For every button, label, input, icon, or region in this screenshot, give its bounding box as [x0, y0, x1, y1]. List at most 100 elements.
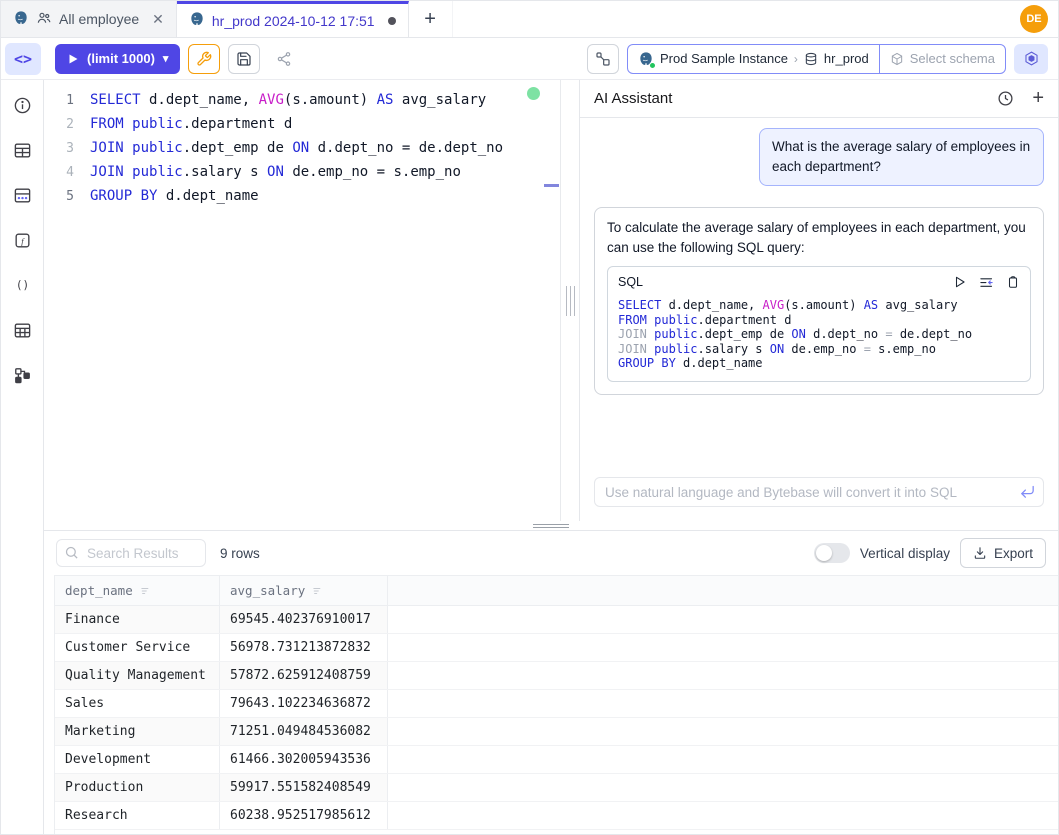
new-chat-plus-icon[interactable]: + — [1032, 87, 1044, 110]
close-tab-icon[interactable]: ✕ — [152, 11, 164, 28]
cell-avg-salary[interactable]: 79643.102234636872 — [220, 690, 388, 717]
horizontal-resize-handle[interactable] — [44, 521, 1058, 531]
ai-prompt-input[interactable] — [594, 477, 1044, 507]
sql-editor[interactable]: 1SELECT d.dept_name, AVG(s.amount) AS av… — [44, 80, 561, 521]
submit-return-icon[interactable] — [1019, 483, 1036, 500]
editor-code: JOIN public.salary s ON de.emp_no = s.em… — [90, 164, 461, 180]
new-tab-button[interactable]: + — [409, 1, 453, 37]
vertical-resize-handle[interactable] — [561, 80, 579, 521]
sort-icon[interactable] — [139, 585, 151, 597]
schema-diagram-icon — [13, 186, 32, 210]
code-panel-toggle-button[interactable]: <> — [5, 43, 41, 75]
history-clock-icon[interactable] — [997, 90, 1014, 107]
breadcrumb-separator: › — [794, 52, 798, 66]
column-header-dept_name[interactable]: dept_name — [55, 576, 220, 605]
cell-avg-salary[interactable]: 61466.302005943536 — [220, 746, 388, 773]
cell-avg-salary[interactable]: 59917.551582408549 — [220, 774, 388, 801]
sql-token — [124, 164, 132, 180]
ai-code-line: FROM public.department d — [618, 313, 1020, 328]
cell-dept-name[interactable]: Quality Management — [55, 662, 220, 689]
table-row[interactable]: Finance69545.402376910017 — [55, 606, 1058, 634]
run-limit-label: (limit 1000) — [87, 51, 155, 66]
sql-token: AVG — [763, 298, 785, 312]
sidebar-item-er-flow[interactable] — [13, 366, 32, 390]
editor-line[interactable]: 2FROM public.department d — [44, 112, 560, 136]
format-wrench-button[interactable] — [188, 44, 220, 74]
sql-token: public — [654, 327, 697, 341]
editor-line[interactable]: 1SELECT d.dept_name, AVG(s.amount) AS av… — [44, 88, 560, 112]
instance-name: Prod Sample Instance — [660, 51, 788, 66]
select-schema-dropdown[interactable]: Select schema — [879, 45, 1005, 73]
cell-avg-salary[interactable]: 69545.402376910017 — [220, 606, 388, 633]
run-play-icon[interactable] — [953, 275, 967, 289]
sidebar-item-info[interactable] — [13, 96, 32, 120]
share-icon — [276, 51, 292, 67]
overview-ruler-marker — [544, 184, 559, 187]
sql-token: FROM — [90, 116, 124, 132]
cell-avg-salary[interactable]: 57872.625912408759 — [220, 662, 388, 689]
cell-dept-name[interactable]: Customer Service — [55, 634, 220, 661]
cell-empty — [388, 718, 1058, 745]
cell-dept-name[interactable]: Marketing — [55, 718, 220, 745]
select-connection-button[interactable] — [587, 44, 619, 74]
sql-token: SELECT — [90, 92, 141, 108]
editor-line[interactable]: 5GROUP BY d.dept_name — [44, 184, 560, 208]
table-row[interactable]: Production59917.551582408549 — [55, 774, 1058, 802]
cell-dept-name[interactable]: Finance — [55, 606, 220, 633]
search-results-box — [56, 539, 206, 567]
sidebar-item-table[interactable] — [13, 141, 32, 165]
copy-icon[interactable] — [1006, 275, 1020, 289]
user-avatar[interactable]: DE — [1020, 5, 1048, 33]
sidebar-item-brackets[interactable]: () — [13, 276, 32, 300]
share-button[interactable] — [268, 44, 300, 74]
chevron-down-icon[interactable]: ▾ — [163, 52, 169, 65]
sql-token: d.dept_no = de.dept_no — [309, 140, 503, 156]
editor-line[interactable]: 3JOIN public.dept_emp de ON d.dept_no = … — [44, 136, 560, 160]
table-row[interactable]: Research60238.952517985612 — [55, 802, 1058, 830]
line-number: 4 — [44, 165, 90, 180]
vertical-display-label: Vertical display — [860, 546, 950, 561]
cell-avg-salary[interactable]: 60238.952517985612 — [220, 802, 388, 829]
tab-all-employee[interactable]: All employee ✕ — [1, 1, 177, 37]
cell-dept-name[interactable]: Sales — [55, 690, 220, 717]
insert-into-editor-icon[interactable] — [979, 275, 994, 290]
line-number: 3 — [44, 141, 90, 156]
table-row[interactable]: Quality Management57872.625912408759 — [55, 662, 1058, 690]
line-number: 2 — [44, 117, 90, 132]
vertical-display-toggle[interactable] — [814, 543, 850, 563]
editor-line[interactable]: 4JOIN public.salary s ON de.emp_no = s.e… — [44, 160, 560, 184]
cell-avg-salary[interactable]: 71251.049484536082 — [220, 718, 388, 745]
sidebar-item-table-detail[interactable] — [13, 321, 32, 345]
results-panel: 9 rows Vertical display Export — [44, 531, 1058, 834]
code-block-header: SQL — [608, 267, 1030, 294]
sql-token: (s.amount) — [784, 298, 863, 312]
editor-code: GROUP BY d.dept_name — [90, 188, 259, 204]
cell-dept-name[interactable]: Research — [55, 802, 220, 829]
table-row[interactable]: Sales79643.102234636872 — [55, 690, 1058, 718]
table-row[interactable]: Development61466.302005943536 — [55, 746, 1058, 774]
postgres-icon — [13, 10, 29, 29]
run-query-button[interactable]: (limit 1000) ▾ — [55, 44, 180, 74]
connection-instance-database[interactable]: Prod Sample Instance › hr_prod — [628, 45, 879, 73]
cell-dept-name[interactable]: Production — [55, 774, 220, 801]
table-row[interactable]: Customer Service56978.731213872832 — [55, 634, 1058, 662]
sql-token: AVG — [259, 92, 284, 108]
column-header-avg_salary[interactable]: avg_salary — [220, 576, 388, 605]
export-button[interactable]: Export — [960, 538, 1046, 568]
cell-avg-salary[interactable]: 56978.731213872832 — [220, 634, 388, 661]
cell-empty — [388, 690, 1058, 717]
postgres-icon — [638, 51, 654, 67]
sort-icon[interactable] — [311, 585, 323, 597]
sql-token: = — [864, 342, 871, 356]
save-button[interactable] — [228, 44, 260, 74]
download-icon — [973, 546, 987, 560]
table-row[interactable]: Marketing71251.049484536082 — [55, 718, 1058, 746]
sidebar-item-function[interactable]: f — [13, 231, 32, 255]
tab-hr-prod[interactable]: hr_prod 2024-10-12 17:51 — [177, 1, 409, 37]
sql-token: public — [132, 116, 183, 132]
ai-assistant-panel: AI Assistant + What is the average salar… — [579, 80, 1058, 521]
ai-assistant-toggle-button[interactable] — [1014, 44, 1048, 74]
sidebar-item-schema-diagram[interactable] — [13, 186, 32, 210]
sql-token: .salary s — [698, 342, 770, 356]
cell-dept-name[interactable]: Development — [55, 746, 220, 773]
